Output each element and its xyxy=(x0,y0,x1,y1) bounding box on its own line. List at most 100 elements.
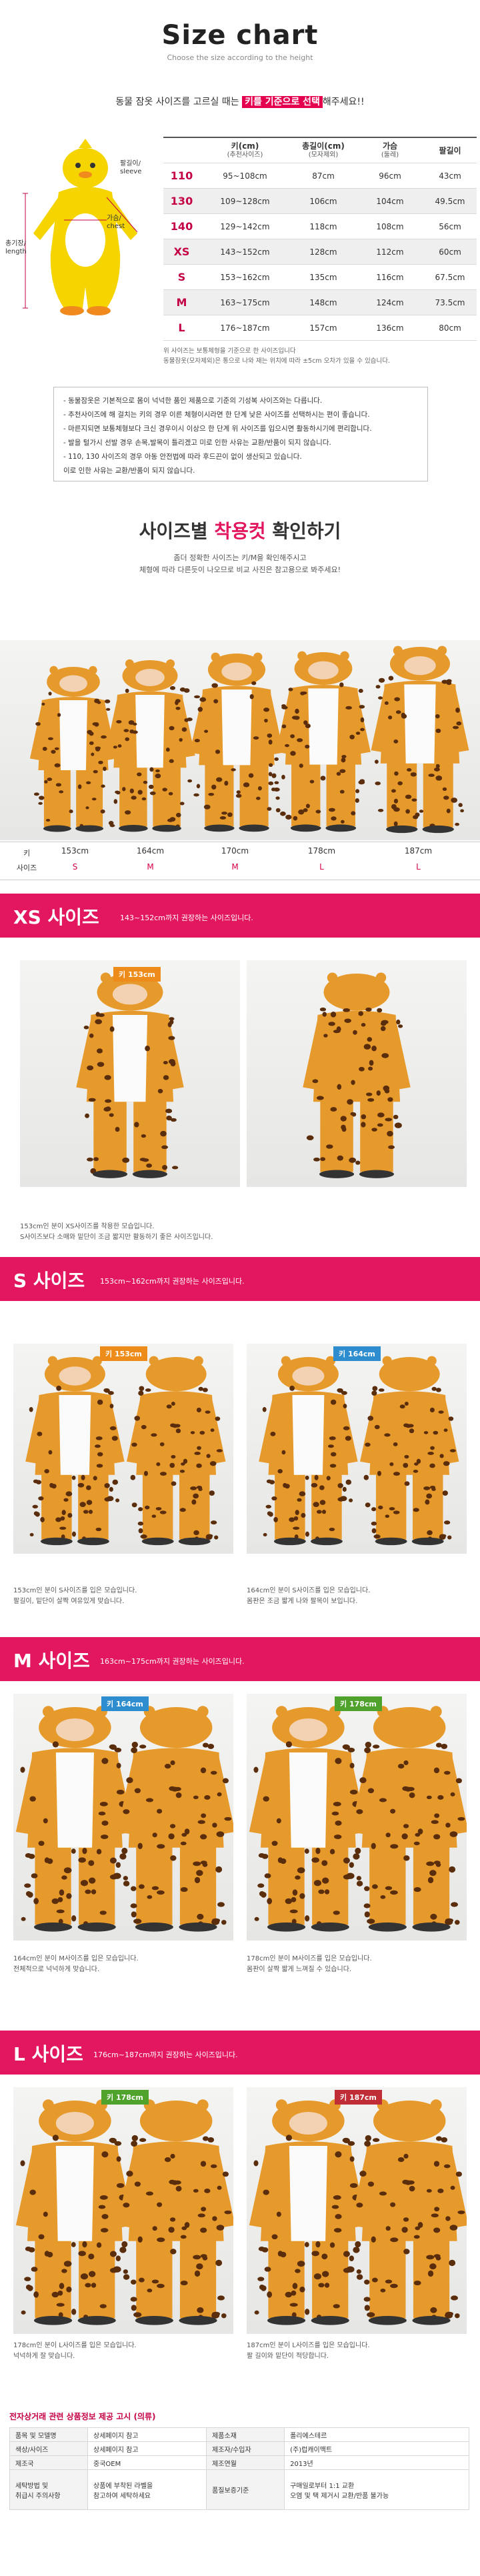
leopard-onesie-group-image xyxy=(29,646,469,834)
onesie-pair-image xyxy=(15,2099,233,2325)
table-footnote-2: 동물잠옷(모자제외)은 통으로 나와 재는 위치에 따라 ±5cm 오차가 있을… xyxy=(163,357,391,365)
l-photo-1: 키 178cm xyxy=(13,2087,233,2334)
page-subtitle: Choose the size according to the height xyxy=(167,53,313,62)
table-row: 색상/사이즈 상세페이지 참고 제조자/수입자 (주)럽캐이맥트 xyxy=(9,2441,469,2456)
height-tag: 키 187cm xyxy=(335,2090,382,2105)
onesie-back-image xyxy=(303,972,411,1178)
table-row: S 153~162cm 135cm 116cm 67.5cm xyxy=(163,264,477,290)
size-diagram: 팔길이/ sleeve 가슴/ chest 총기장/ length xyxy=(5,133,160,327)
page-title: Size chart xyxy=(161,20,319,51)
fitting-title: 사이즈별 착용컷 확인하기 xyxy=(139,520,341,542)
length-label: 총기장/ length xyxy=(5,240,27,255)
section-bar-m: M 사이즈 163cm~175cm까지 권장하는 사이즈입니다. xyxy=(0,1637,480,1681)
l-caption-1: 178cm인 분이 L사이즈를 입은 모습입니다. 넉넉하게 잘 맞습니다. xyxy=(13,2342,137,2360)
size-table: 키(cm) (추천사이즈) 총길이(cm) (모자제외) 가슴 (둘레) 팔길이 11… xyxy=(163,137,477,341)
section-title: XS 사이즈 xyxy=(13,906,99,928)
length-col-header: 총길이(cm) (모자제외) xyxy=(290,137,357,163)
xs-caption: 153cm인 분이 XS사이즈를 착용한 모습입니다. S사이즈보다 소매와 밑… xyxy=(20,1223,213,1241)
size-table-wrap: 키(cm) (추천사이즈) 총길이(cm) (모자제외) 가슴 (둘레) 팔길이 11… xyxy=(163,137,477,366)
intro-highlight: 키를 기준으로 선택 xyxy=(242,96,323,108)
table-row: 품목 및 모델명 상세페이지 참고 제품소재 폴리에스테르 xyxy=(9,2427,469,2442)
section-bar-s: S 사이즈 153cm~162cm까지 권장하는 사이즈입니다. xyxy=(0,1257,480,1301)
fitting-desc-1: 좀더 정확한 사이즈는 키/M을 확인해주시고 xyxy=(173,553,307,562)
intro-prefix: 동물 잠옷 사이즈를 고르실 때는 xyxy=(115,97,243,107)
height-tag: 키 164cm xyxy=(333,1346,381,1361)
section-desc: 176cm~187cm까지 권장하는 사이즈입니다. xyxy=(93,2051,238,2059)
section-bar-xs: XS 사이즈 143~152cm까지 권장하는 사이즈입니다. xyxy=(0,894,480,938)
chest-label: 가슴/ chest xyxy=(107,215,125,230)
person-size: S xyxy=(72,862,78,872)
table-row: M 163~175cm 148cm 124cm 73.5cm xyxy=(163,289,477,315)
m-caption-2: 178cm인 분이 M사이즈를 입은 모습입니다. 몸판이 살짝 짧게 느껴질 … xyxy=(247,1955,372,1973)
person-height: 153cm xyxy=(61,846,89,856)
fitting-desc-2: 체형에 따라 다른듯이 나오므로 비교 사진은 참고용으로 봐주세요! xyxy=(139,565,341,574)
section-title: L 사이즈 xyxy=(13,2043,83,2065)
person-size: L xyxy=(319,862,324,872)
table-footnote-1: 위 사이즈는 보통체형을 기준으로 한 사이즈입니다 xyxy=(163,347,296,355)
table-row: 110 95~108cm 87cm 96cm 43cm xyxy=(163,163,477,189)
group-photo xyxy=(0,640,480,840)
onesie-pair-image xyxy=(25,1356,226,1546)
notes-box: - 동물잠옷은 기본적으로 몸이 넉넉한 품인 제품으로 기준의 기성복 사이즈… xyxy=(53,387,428,481)
onesie-pair-image xyxy=(249,1706,467,1932)
table-row: 세탁방법 및 취급시 주의사항 상품에 부착된 라벨을 참고하여 세탁하세요 품질보… xyxy=(9,2469,469,2510)
note-line: - 동물잠옷은 기본적으로 몸이 넉넉한 품인 제품으로 기준의 기성복 사이즈… xyxy=(63,397,323,405)
xs-photo-back xyxy=(247,960,467,1187)
height-tag: 키 164cm xyxy=(101,1696,149,1711)
person-height: 164cm xyxy=(136,846,165,856)
onesie-pair-image xyxy=(15,1706,233,1932)
xs-photo-front: 키 153cm xyxy=(20,960,240,1187)
section-bar-l: L 사이즈 176cm~187cm까지 권장하는 사이즈입니다. xyxy=(0,2031,480,2075)
table-row: 제조국 중국OEM 제조연월 2013년 xyxy=(9,2455,469,2470)
note-line: - 110, 130 사이즈의 경우 아동 안전법에 따라 후드끈이 없이 생산… xyxy=(63,453,302,461)
onesie-front-image xyxy=(76,972,184,1178)
section-desc: 163cm~175cm까지 권장하는 사이즈입니다. xyxy=(100,1657,245,1666)
info-table: 품목 및 모델명 상세페이지 참고 제품소재 폴리에스테르 색상/사이즈 상세페이지 참… xyxy=(9,2427,469,2510)
table-row: L 176~187cm 157cm 136cm 80cm xyxy=(163,315,477,341)
l-caption-2: 187cm인 분이 L사이즈를 입은 모습입니다. 팔 길이와 밑단이 적당합니… xyxy=(247,2342,370,2360)
person-height: 178cm xyxy=(307,846,336,856)
section-title: M 사이즈 xyxy=(13,1650,90,1672)
sleeve-col-header: 팔길이 xyxy=(423,137,477,163)
height-col-header: 키(cm) (추천사이즈) xyxy=(200,137,290,163)
height-tag: 키 153cm xyxy=(113,967,161,982)
s-photo-2: 키 164cm xyxy=(247,1344,467,1554)
table-row: XS 143~152cm 128cm 112cm 60cm xyxy=(163,239,477,265)
onesie-pair-image xyxy=(249,2099,467,2325)
size-table-header: 키(cm) (추천사이즈) 총길이(cm) (모자제외) 가슴 (둘레) 팔길이 xyxy=(163,137,477,163)
info-table-wrap: 품목 및 모델명 상세페이지 참고 제품소재 폴리에스테르 색상/사이즈 상세페이지 참… xyxy=(9,2427,469,2510)
person-height: 187cm xyxy=(404,846,433,856)
intro-text: 동물 잠옷 사이즈를 고르실 때는 키를 기준으로 선택 해주세요!! xyxy=(0,95,480,108)
s-caption-2: 164cm인 분이 S사이즈를 입은 모습입니다. 몸판은 조금 짧게 나와 팔… xyxy=(247,1587,371,1605)
table-row: 130 109~128cm 106cm 104cm 49.5cm xyxy=(163,188,477,214)
note-line: - 추천사이즈에 해 걸치는 키의 경우 이른 체형이시라면 한 단계 낮은 사… xyxy=(63,411,370,419)
note-line: 이로 인한 사유는 교환/반품이 되지 않습니다. xyxy=(63,467,195,475)
height-tag: 키 178cm xyxy=(101,2090,149,2105)
l-photo-2: 키 187cm xyxy=(247,2087,467,2334)
height-tag: 키 153cm xyxy=(100,1346,147,1361)
chest-col-header: 가슴 (둘레) xyxy=(357,137,423,163)
section-desc: 143~152cm까지 권장하는 사이즈입니다. xyxy=(120,914,253,922)
person-size: M xyxy=(231,862,239,872)
s-caption-1: 153cm인 분이 S사이즈를 입은 모습입니다. 팔길이, 밑단이 살짝 여유… xyxy=(13,1587,137,1605)
note-line: - 마른지되면 보통체형보다 크신 경우이시 이상으 한 단계 위 사이즈를 입… xyxy=(63,425,372,433)
sleeve-label: 팔길이/ sleeve xyxy=(120,160,142,175)
fitting-label-row: 키 사이즈 153cm S 164cm M 170cm M 178cm L 18… xyxy=(0,842,480,880)
section-desc: 153cm~162cm까지 권장하는 사이즈입니다. xyxy=(100,1277,245,1286)
info-title: 전자상거래 관련 상품정보 제공 고시 (의류) xyxy=(9,2412,156,2421)
table-row: 140 129~142cm 118cm 108cm 56cm xyxy=(163,213,477,239)
m-caption-1: 164cm인 분이 M사이즈를 입은 모습입니다. 전체적으로 넉넉하게 맞습니… xyxy=(13,1955,139,1973)
m-photo-1: 키 164cm xyxy=(13,1694,233,1941)
person-height: 170cm xyxy=(221,846,249,856)
section-title: S 사이즈 xyxy=(13,1270,85,1292)
person-size: L xyxy=(416,862,421,872)
height-tag: 키 178cm xyxy=(335,1696,382,1711)
person-size: M xyxy=(147,862,154,872)
m-photo-2: 키 178cm xyxy=(247,1694,467,1941)
s-photo-1: 키 153cm xyxy=(13,1344,233,1554)
size-col-header xyxy=(163,137,200,163)
intro-suffix: 해주세요!! xyxy=(322,97,365,107)
note-line: - 발을 털가시 선발 경우 손목,발목이 틀리겠고 미로 인한 사유는 교환/… xyxy=(63,439,331,447)
fitting-title-highlight: 착용컷 xyxy=(214,520,266,542)
onesie-pair-image xyxy=(259,1356,459,1546)
